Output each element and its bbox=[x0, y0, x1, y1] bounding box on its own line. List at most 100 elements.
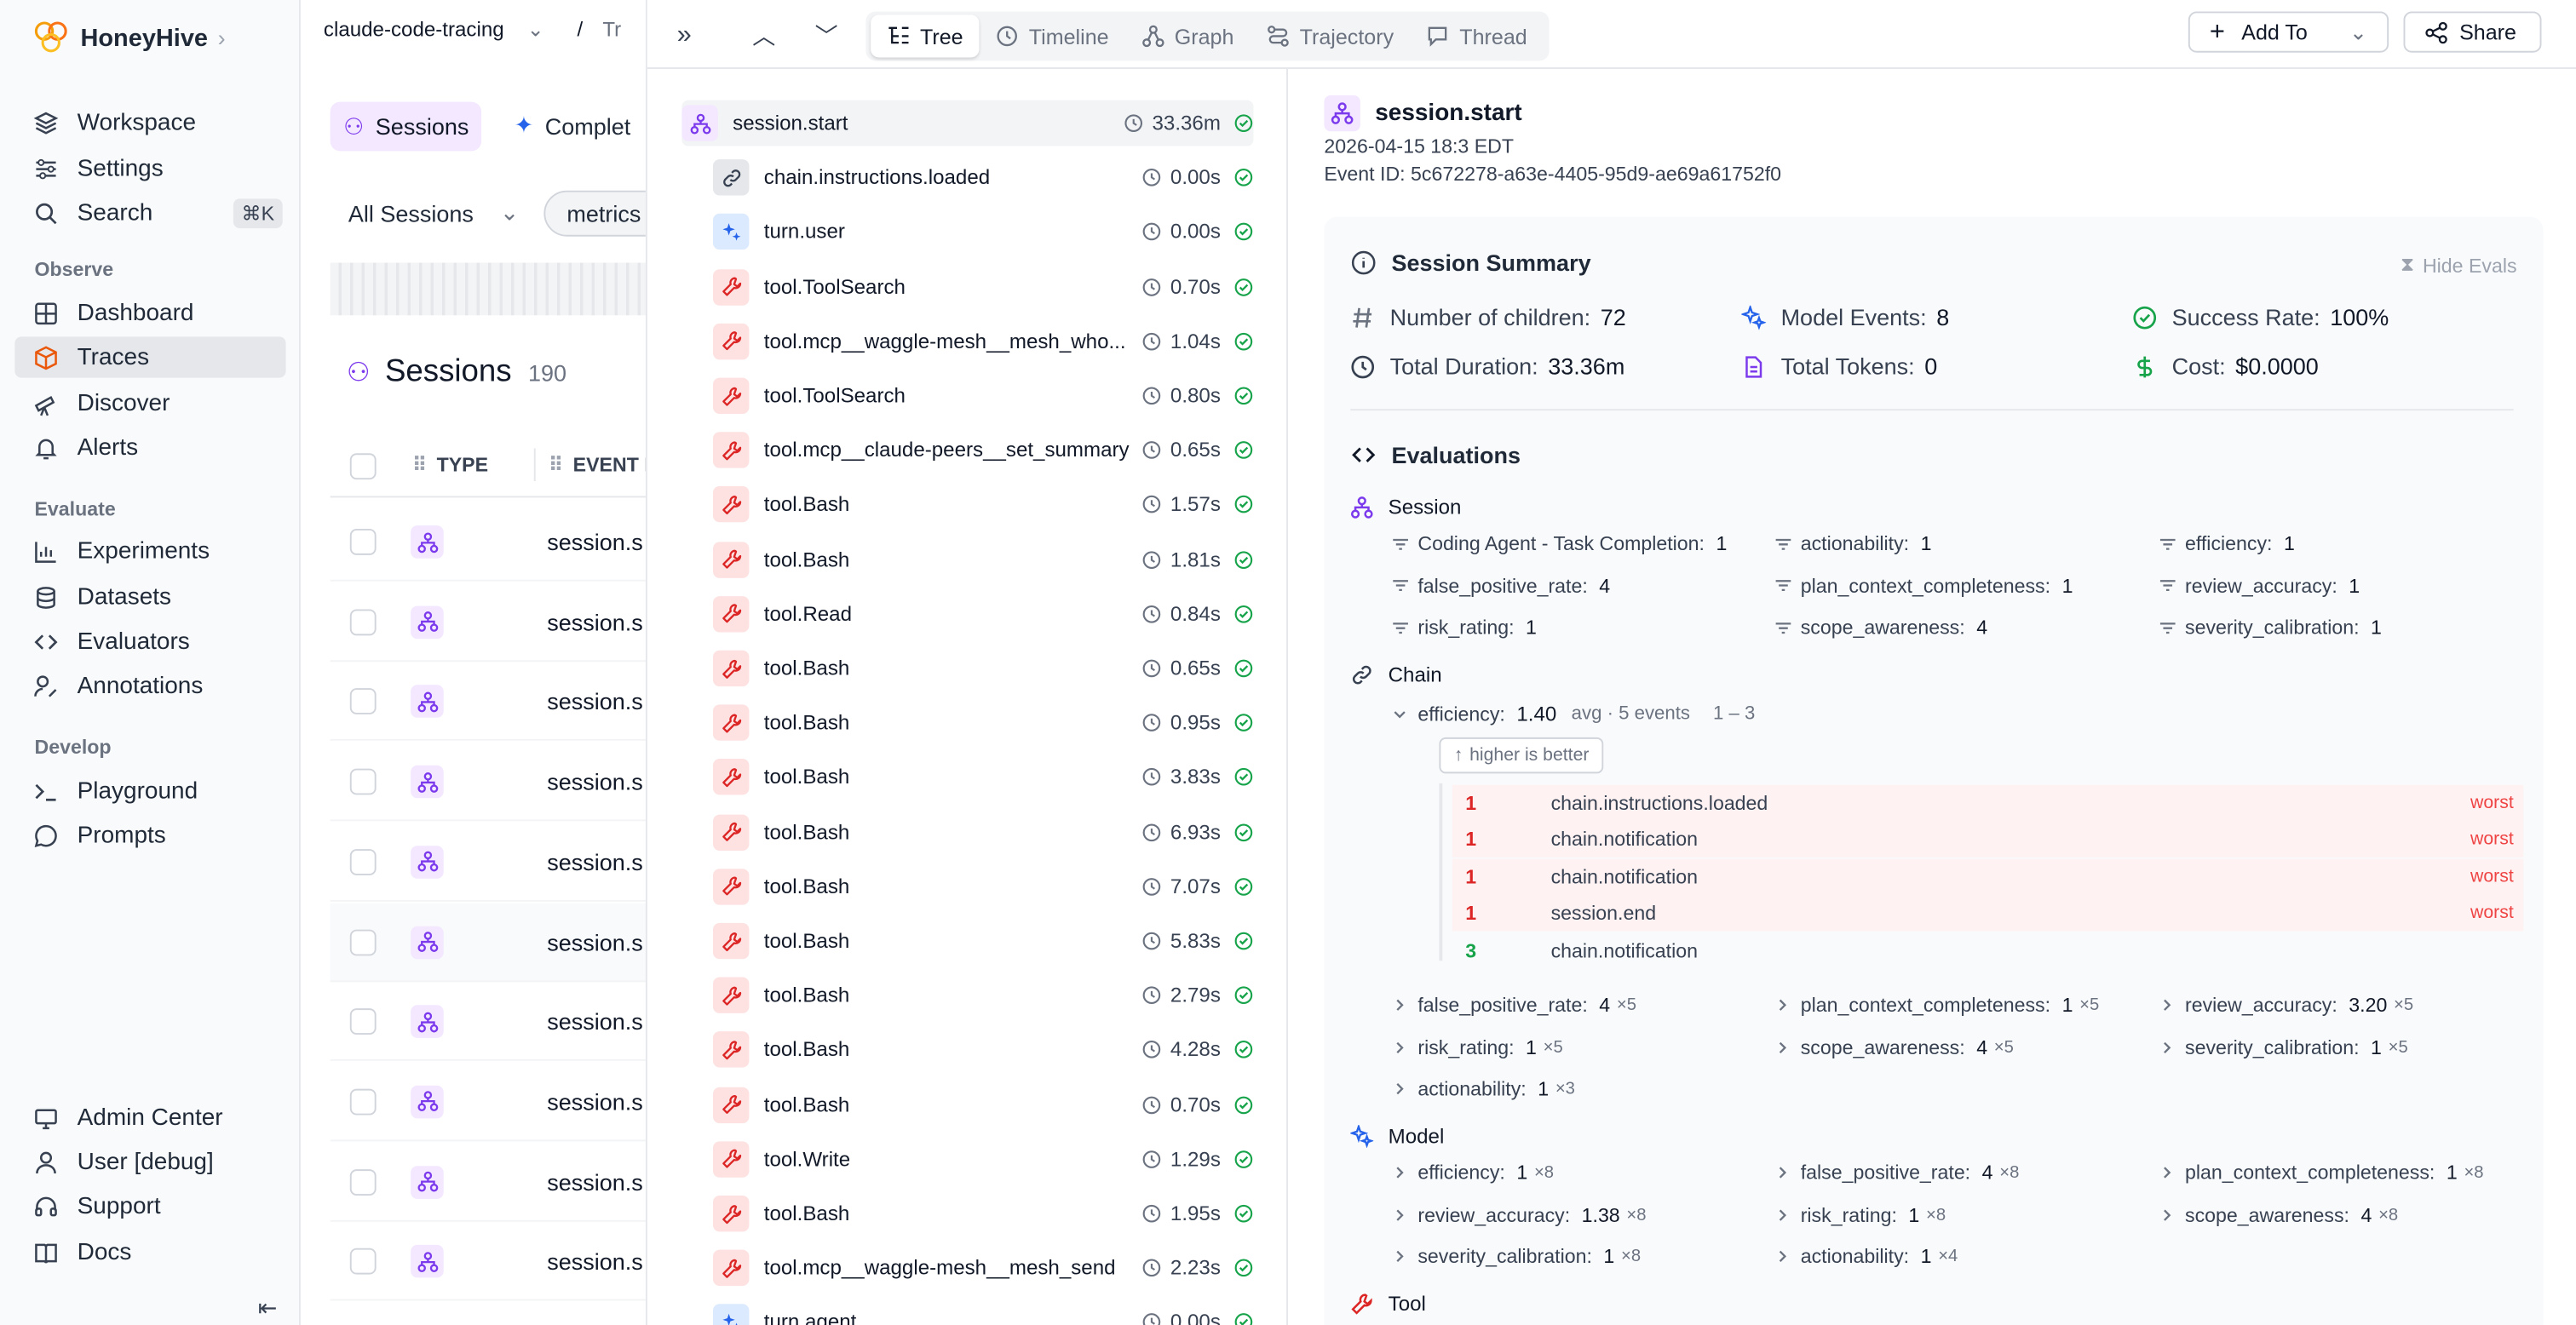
eval-metric[interactable]: review_accuracy: 3.20 ×5 bbox=[2159, 994, 2413, 1017]
add-to-button[interactable]: + Add To ⌄ bbox=[2188, 11, 2389, 53]
nav-traces[interactable]: Traces bbox=[14, 336, 286, 378]
tab-thread[interactable]: Thread bbox=[1410, 14, 1544, 57]
nav-alerts[interactable]: Alerts bbox=[14, 427, 285, 467]
tab-completions[interactable]: ✦ Complet bbox=[515, 112, 631, 140]
table-row[interactable]: session.s bbox=[330, 502, 646, 582]
tree-node[interactable]: tool.Bash 2.79s bbox=[712, 972, 1253, 1018]
nav-dashboard[interactable]: Dashboard bbox=[14, 292, 285, 333]
worst-event-row[interactable]: 1 chain.notification worst bbox=[1452, 858, 2524, 895]
eval-metric[interactable]: severity_calibration: 1 ×5 bbox=[2159, 1035, 2408, 1058]
select-all-checkbox[interactable] bbox=[349, 453, 377, 480]
eval-group-chain[interactable]: Chain bbox=[1350, 663, 1442, 686]
collapse-sidebar-icon[interactable]: ⇤ bbox=[258, 1294, 278, 1322]
row-checkbox[interactable] bbox=[349, 768, 377, 795]
row-checkbox[interactable] bbox=[349, 1248, 377, 1276]
tree-node[interactable]: tool.Bash 6.93s bbox=[712, 809, 1253, 855]
row-checkbox[interactable] bbox=[349, 928, 377, 955]
table-row[interactable]: session.s bbox=[330, 902, 646, 982]
drag-handle-icon[interactable]: ⠿ bbox=[549, 453, 563, 476]
tree-node[interactable]: tool.Bash 0.70s bbox=[712, 1081, 1253, 1127]
tab-trajectory[interactable]: Trajectory bbox=[1251, 14, 1411, 57]
tree-node[interactable]: tool.Bash 1.95s bbox=[712, 1190, 1253, 1236]
tree-node[interactable]: tool.Bash 1.57s bbox=[712, 482, 1253, 528]
eval-group-model[interactable]: Model bbox=[1350, 1125, 1444, 1149]
tree-node[interactable]: chain.instructions.loaded 0.00s bbox=[712, 155, 1253, 201]
eval-metric[interactable]: scope_awareness: 4 ×8 bbox=[2159, 1203, 2398, 1226]
row-checkbox[interactable] bbox=[349, 1088, 377, 1116]
eval-metric[interactable]: plan_context_completeness: 1 ×8 bbox=[2159, 1161, 2484, 1184]
nav-user[interactable]: User [debug] bbox=[14, 1141, 285, 1182]
tree-node[interactable]: tool.Bash 7.07s bbox=[712, 863, 1253, 909]
metrics-chip[interactable]: metrics bbox=[543, 190, 646, 237]
nav-admin-center[interactable]: Admin Center bbox=[14, 1097, 285, 1138]
tree-node[interactable]: turn.user 0.00s bbox=[712, 209, 1253, 255]
tree-node[interactable]: turn.agent 0.00s bbox=[712, 1299, 1253, 1325]
table-row[interactable]: session.s bbox=[330, 743, 646, 822]
eval-metric[interactable]: actionability: 1 ×4 bbox=[1774, 1245, 1958, 1268]
eval-metric[interactable]: risk_rating: 1 ×8 bbox=[1774, 1203, 1946, 1226]
row-checkbox[interactable] bbox=[349, 1008, 377, 1035]
worst-event-row[interactable]: 1 chain.instructions.loaded worst bbox=[1452, 784, 2524, 822]
eval-group-tool[interactable]: Tool bbox=[1350, 1293, 1426, 1316]
tree-node[interactable]: tool.Bash 3.83s bbox=[712, 754, 1253, 800]
nav-annotations[interactable]: Annotations bbox=[14, 665, 285, 706]
hide-evals-button[interactable]: ⧗ Hide Evals bbox=[2401, 253, 2517, 278]
tree-node[interactable]: tool.Bash 0.95s bbox=[712, 700, 1253, 746]
table-row[interactable]: session.s bbox=[330, 983, 646, 1062]
prev-event-icon[interactable]: ︿ bbox=[752, 20, 775, 53]
col-event-name[interactable]: ⠿ EVENT N bbox=[549, 453, 646, 476]
worst-event-row[interactable]: 3 chain.notification bbox=[1452, 932, 2523, 968]
eval-metric[interactable]: false_positive_rate: 4 ×5 bbox=[1391, 994, 1636, 1017]
table-row[interactable]: session.s bbox=[330, 662, 646, 742]
eval-metric[interactable]: false_positive_rate: 4 ×8 bbox=[1774, 1161, 2019, 1184]
project-selector[interactable]: claude-code-tracing ⌄ / Tr bbox=[324, 16, 621, 41]
nav-datasets[interactable]: Datasets bbox=[14, 576, 285, 617]
tree-node[interactable]: tool.Bash 0.65s bbox=[712, 645, 1253, 691]
worst-event-row[interactable]: 1 session.end worst bbox=[1452, 895, 2524, 932]
nav-workspace[interactable]: Workspace bbox=[14, 102, 285, 143]
eval-metric[interactable]: review_accuracy: 1.38 ×8 bbox=[1391, 1203, 1647, 1226]
nav-discover[interactable]: Discover bbox=[14, 382, 285, 423]
tree-node[interactable]: tool.mcp__waggle-mesh__mesh_who... 1.04s bbox=[712, 318, 1253, 364]
tab-tree[interactable]: Tree bbox=[871, 14, 980, 58]
eval-metric[interactable]: scope_awareness: 4 ×5 bbox=[1774, 1035, 2014, 1058]
col-type[interactable]: ⠿ TYPE bbox=[412, 453, 488, 476]
tab-sessions[interactable]: ⚇ Sessions bbox=[330, 101, 482, 152]
nav-docs[interactable]: Docs bbox=[14, 1231, 285, 1272]
row-checkbox[interactable] bbox=[349, 528, 377, 555]
row-checkbox[interactable] bbox=[349, 688, 377, 715]
brand[interactable]: HoneyHive › bbox=[33, 20, 226, 55]
table-row[interactable]: session.s bbox=[330, 1222, 646, 1301]
session-filter[interactable]: All Sessions ⌄ bbox=[348, 198, 520, 227]
tree-node[interactable]: tool.Bash 5.83s bbox=[712, 918, 1253, 964]
nav-playground[interactable]: Playground bbox=[14, 770, 285, 811]
eval-metric[interactable]: plan_context_completeness: 1 ×5 bbox=[1774, 994, 2099, 1017]
nav-prompts[interactable]: Prompts bbox=[14, 815, 285, 856]
tree-node[interactable]: tool.Bash 1.81s bbox=[712, 536, 1253, 582]
table-row[interactable]: session.s bbox=[330, 1063, 646, 1142]
row-checkbox[interactable] bbox=[349, 848, 377, 875]
tree-node[interactable]: tool.Write 1.29s bbox=[712, 1136, 1253, 1182]
next-event-icon[interactable]: ﹀ bbox=[815, 20, 838, 53]
tree-node[interactable]: tool.mcp__claude-peers__set_summary 0.65… bbox=[712, 427, 1253, 473]
tree-node[interactable]: tool.Bash 4.28s bbox=[712, 1027, 1253, 1073]
tab-timeline[interactable]: Timeline bbox=[980, 14, 1125, 57]
tree-node[interactable]: tool.mcp__waggle-mesh__mesh_send 2.23s bbox=[712, 1245, 1253, 1291]
eval-metric-expanded[interactable]: efficiency: 1.40 avg · 5 events 1 – 3 bbox=[1391, 703, 1755, 726]
nav-experiments[interactable]: Experiments bbox=[14, 531, 285, 571]
eval-metric[interactable]: severity_calibration: 1 ×8 bbox=[1391, 1245, 1641, 1268]
eval-metric[interactable]: risk_rating: 1 ×5 bbox=[1391, 1035, 1563, 1058]
table-row[interactable]: session.s bbox=[330, 1143, 646, 1222]
eval-metric[interactable]: actionability: 1 ×3 bbox=[1391, 1077, 1575, 1100]
row-checkbox[interactable] bbox=[349, 608, 377, 635]
nav-settings[interactable]: Settings bbox=[14, 148, 285, 189]
table-row[interactable]: session.s bbox=[330, 582, 646, 662]
tree-node[interactable]: tool.ToolSearch 0.70s bbox=[712, 264, 1253, 310]
drag-handle-icon[interactable]: ⠿ bbox=[412, 453, 427, 476]
nav-search[interactable]: Search ⌘K bbox=[14, 192, 285, 233]
table-row[interactable]: session.s bbox=[330, 823, 646, 902]
worst-event-row[interactable]: 1 chain.notification worst bbox=[1452, 822, 2524, 858]
tree-node[interactable]: session.start 33.36m bbox=[681, 100, 1254, 146]
eval-metric[interactable]: efficiency: 1 ×8 bbox=[1391, 1161, 1554, 1184]
tree-node[interactable]: tool.ToolSearch 0.80s bbox=[712, 373, 1253, 419]
